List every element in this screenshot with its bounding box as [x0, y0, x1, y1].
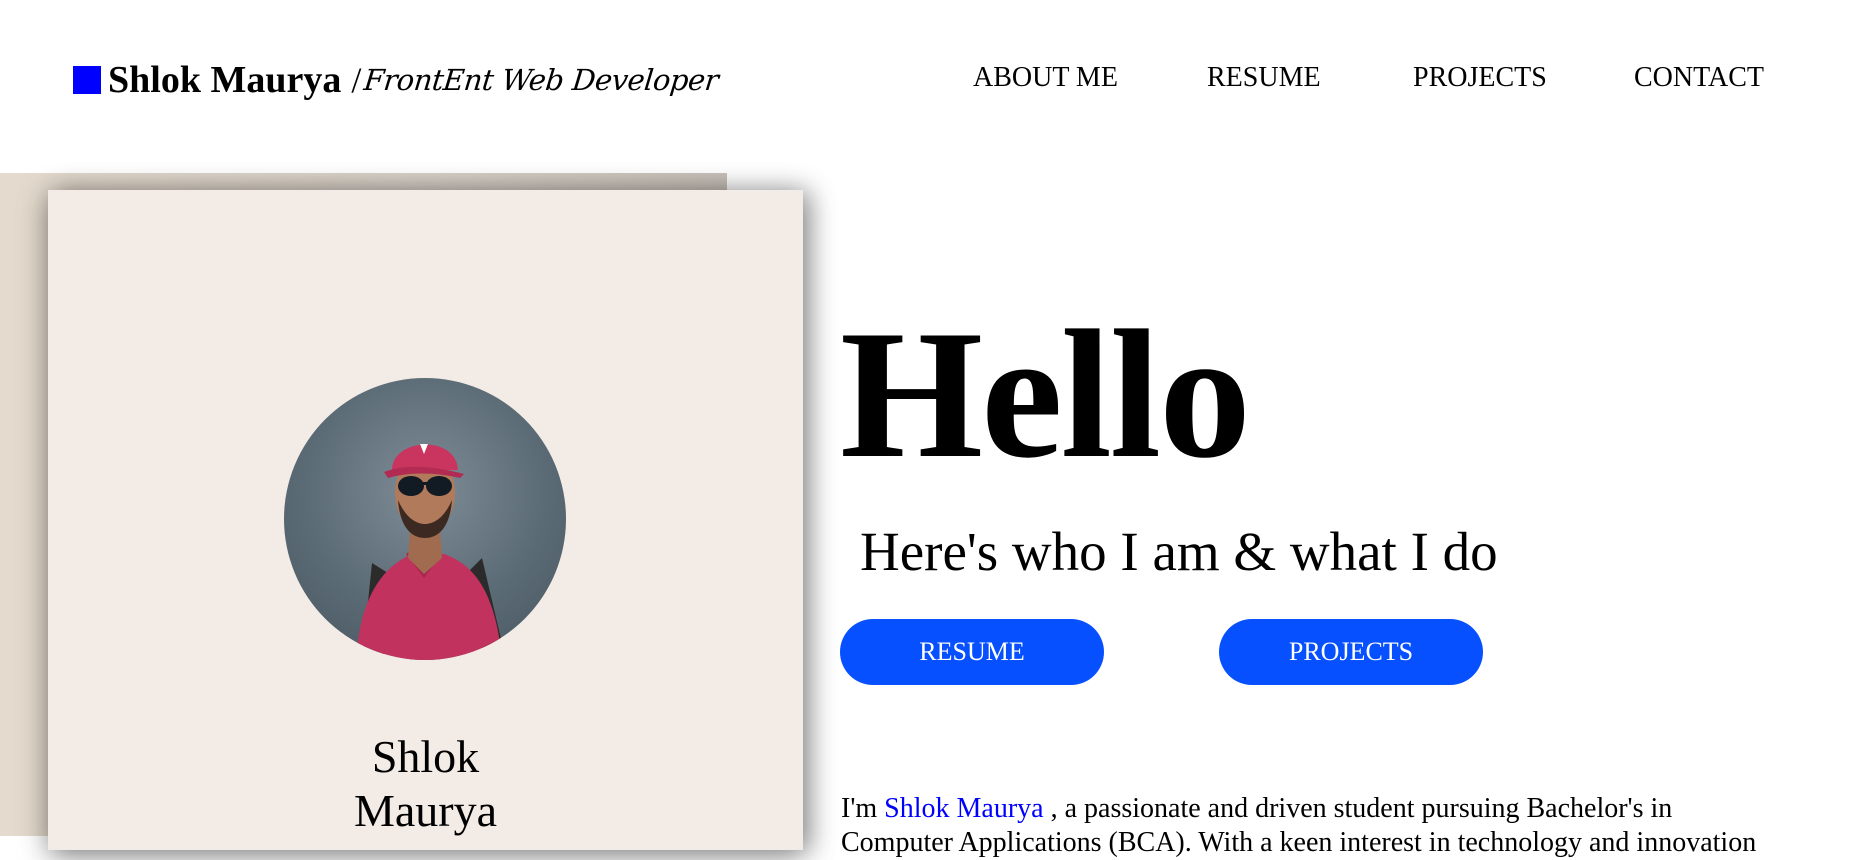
intro-prefix: I'm	[841, 793, 885, 824]
profile-avatar	[284, 378, 566, 660]
projects-button[interactable]: PROJECTS	[1219, 619, 1483, 685]
profile-first-name: Shlok	[371, 731, 480, 782]
profile-last-name: Maurya	[353, 785, 498, 836]
hero-heading: Hello	[840, 292, 1251, 496]
nav-resume[interactable]: RESUME	[1207, 62, 1321, 94]
intro-name-link[interactable]: Shlok Maurya	[884, 793, 1043, 824]
nav-about-me[interactable]: ABOUT ME	[973, 62, 1118, 94]
nav-contact[interactable]: CONTACT	[1634, 62, 1764, 94]
hero-subtitle: Here's who I am & what I do	[860, 521, 1498, 582]
nav-projects[interactable]: PROJECTS	[1413, 62, 1547, 94]
site-header: Shlok Maurya / FrontEnt Web Developer AB…	[0, 0, 1871, 173]
profile-photo-icon	[356, 444, 506, 660]
profile-name: Shlok Maurya	[48, 730, 803, 838]
resume-button[interactable]: RESUME	[840, 619, 1104, 685]
intro-line-2: Computer Applications (BCA). With a keen…	[841, 827, 1757, 858]
intro-paragraph: I'm Shlok Maurya , a passionate and driv…	[841, 792, 1851, 860]
main-nav: ABOUT ME RESUME PROJECTS CONTACT	[0, 62, 1871, 102]
intro-text: , a passionate and driven student pursui…	[1043, 793, 1673, 824]
